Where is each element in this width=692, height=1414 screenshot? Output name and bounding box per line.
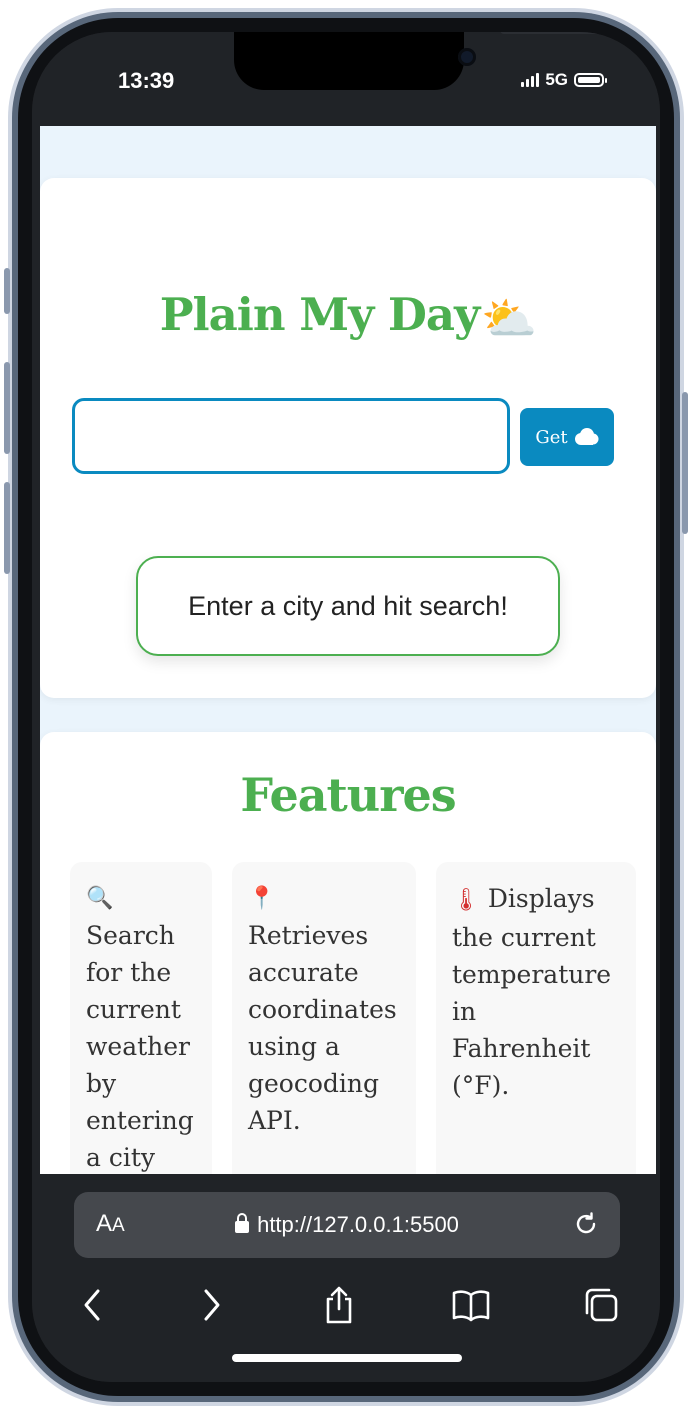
reload-icon[interactable] — [572, 1210, 600, 1242]
features-title: Features — [240, 768, 456, 822]
app-title: Plain My Day⛅ — [40, 288, 656, 345]
browser-nav-row — [32, 1280, 660, 1330]
feature-item-temperature: 🌡 Displays the current temperature in Fa… — [436, 862, 636, 1176]
feature-text: Search for the current weather by enteri… — [86, 921, 194, 1172]
city-search-input[interactable] — [72, 398, 510, 474]
status-message: Enter a city and hit search! — [136, 556, 560, 656]
feature-item-coordinates: 📍 Retrieves accurate coordinates using a… — [232, 862, 416, 1176]
phone-screen: 13:39 5G Plain My Day⛅ Get Enter a city … — [32, 32, 660, 1382]
speaker — [500, 32, 600, 34]
thermometer-icon: 🌡 — [452, 888, 480, 913]
front-camera — [458, 48, 476, 66]
volume-up-button — [4, 362, 10, 454]
sun-cloud-icon: ⛅ — [481, 292, 537, 345]
home-indicator[interactable] — [232, 1354, 462, 1362]
bookmarks-icon[interactable] — [446, 1280, 496, 1330]
feature-item-search: 🔍 Search for the current weather by ente… — [70, 862, 212, 1176]
silent-switch — [4, 268, 10, 314]
app-title-text: Plain My Day — [159, 288, 481, 341]
get-weather-button[interactable]: Get — [520, 408, 614, 466]
lock-icon — [235, 1213, 250, 1233]
features-card: Features 🔍 Search for the current weathe… — [40, 732, 656, 1176]
notch — [234, 32, 600, 90]
network-type: 5G — [545, 70, 568, 89]
url-display[interactable]: http://127.0.0.1:5500 — [74, 1212, 620, 1238]
volume-down-button — [4, 482, 10, 574]
cloud-icon — [573, 428, 599, 446]
feature-text: Displays the current temperature in Fahr… — [452, 884, 612, 1100]
get-button-label: Get — [535, 426, 568, 448]
status-indicators: 5G — [521, 70, 607, 90]
status-time: 13:39 — [118, 68, 175, 93]
address-bar[interactable]: AA http://127.0.0.1:5500 — [74, 1192, 620, 1258]
web-content[interactable]: Plain My Day⛅ Get Enter a city and hit s… — [40, 126, 656, 1176]
tabs-icon[interactable] — [576, 1280, 626, 1330]
status-bar: 13:39 5G — [32, 32, 660, 126]
weather-card: Plain My Day⛅ Get Enter a city and hit s… — [40, 178, 656, 698]
pin-icon: 📍 — [248, 886, 276, 911]
url-text: http://127.0.0.1:5500 — [257, 1212, 459, 1237]
share-icon[interactable] — [314, 1280, 364, 1330]
signal-icon — [521, 73, 540, 87]
forward-icon[interactable] — [186, 1280, 236, 1330]
battery-icon — [574, 73, 607, 87]
magnifier-icon: 🔍 — [86, 886, 114, 911]
browser-toolbar: AA http://127.0.0.1:5500 — [32, 1174, 660, 1382]
power-button — [682, 392, 688, 534]
back-icon[interactable] — [68, 1280, 118, 1330]
feature-text: Retrieves accurate coordinates using a g… — [248, 921, 397, 1135]
